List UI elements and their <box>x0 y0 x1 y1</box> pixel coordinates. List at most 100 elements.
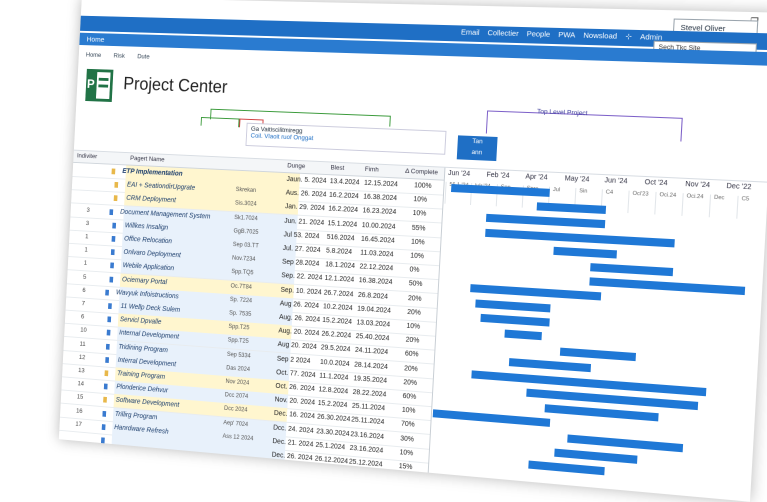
gantt-bar[interactable] <box>552 246 617 259</box>
row-number: 13 <box>78 367 85 375</box>
percent-complete: 10% <box>410 252 425 261</box>
finish-date: 23.16.2024 <box>349 444 384 455</box>
col-baseline[interactable]: Blest <box>330 164 344 172</box>
ribbon-tabs: Home Risk Dute <box>86 52 150 61</box>
baseline-date: 11.1.2024 <box>319 372 349 382</box>
nav-collectier[interactable]: Collectier <box>487 28 519 38</box>
percent-complete: 20% <box>407 308 422 317</box>
baseline-date: 25.1.2024 <box>315 441 346 452</box>
baseline-date: 26.30.2024 <box>316 413 351 424</box>
nav-nowsload[interactable]: Nowsload <box>583 31 617 41</box>
baseline-date: 26.12.2024 <box>314 455 349 466</box>
col-project-name[interactable]: Pagert Name <box>130 155 165 163</box>
row-number: 10 <box>80 327 87 335</box>
baseline-date: 5.8.2024 <box>325 247 353 256</box>
percent-complete: 50% <box>408 280 423 289</box>
finish-date: 28.14.2024 <box>354 361 388 371</box>
project-type-icon <box>113 195 118 202</box>
row-number: 3 <box>86 206 90 214</box>
baseline-date: 16.2.2024 <box>328 205 359 215</box>
gantt-bar[interactable] <box>470 284 602 301</box>
timescale-gridline <box>627 190 630 214</box>
nav-pwa[interactable]: PWA <box>558 30 576 40</box>
project-type-icon <box>110 249 115 256</box>
screenshot-stage: – ❐ ✕ Stevel Oliver Email Collectier Peo… <box>0 0 767 502</box>
finish-date: 25.11.2024 <box>350 416 385 427</box>
baseline-date: 12.1.2024 <box>324 275 355 285</box>
gantt-bar[interactable] <box>475 299 551 312</box>
percent-complete: 70% <box>400 420 415 430</box>
finish-date: 22.12.2024 <box>359 263 394 273</box>
timescale-gridline <box>654 191 657 215</box>
col-indicator[interactable]: Indiviter <box>77 153 97 161</box>
project-type-icon <box>100 437 105 444</box>
baseline-date: 10.2.2024 <box>322 303 353 312</box>
finish-date: 16.45.2024 <box>360 235 395 245</box>
finish-date: 25.12.2024 <box>348 458 383 469</box>
baseline-date: 15.2.2024 <box>322 316 353 326</box>
gantt-bar[interactable] <box>486 214 606 229</box>
timescale-subdivision: Jul <box>552 186 561 194</box>
percent-complete: 10% <box>412 210 427 219</box>
gantt-bar[interactable] <box>480 313 550 327</box>
nav-people[interactable]: People <box>526 29 550 39</box>
finish-date: 16.38.2024 <box>363 193 398 203</box>
start-date: Dec. 26. 2024 <box>271 451 313 463</box>
project-type-icon <box>103 397 107 404</box>
gantt-bar[interactable] <box>554 448 638 464</box>
timescale-gridline <box>681 193 684 216</box>
finish-date: 16.38.2024 <box>358 277 393 287</box>
row-number: 12 <box>78 353 86 361</box>
project-type-icon <box>101 423 106 430</box>
col-finish[interactable]: Fimh <box>365 166 379 174</box>
baseline-date: 23.30.2024 <box>316 427 350 438</box>
gantt-bar[interactable] <box>536 202 607 215</box>
timescale-subdivision: C4 <box>605 189 614 196</box>
project-type-icon <box>105 356 110 363</box>
timescale-month: Apr '24 <box>525 173 548 182</box>
gantt-bar[interactable] <box>485 228 676 248</box>
row-number: 3 <box>85 220 90 227</box>
gantt-bar[interactable] <box>432 409 551 428</box>
gantt-bar[interactable] <box>504 329 543 341</box>
timescale-month: Jun '24 <box>604 177 628 186</box>
gantt-bar[interactable] <box>544 404 659 422</box>
ribbon-tab-dute[interactable]: Dute <box>137 53 150 60</box>
gantt-bar[interactable] <box>528 460 605 476</box>
finish-date: 13.03.2024 <box>356 319 391 329</box>
percent-complete: 30% <box>400 435 415 444</box>
gantt-bar[interactable] <box>509 358 591 373</box>
ribbon-tab-risk[interactable]: Risk <box>113 53 125 60</box>
percent-complete: 10% <box>399 449 414 458</box>
gantt-bar[interactable] <box>471 369 706 396</box>
gantt-bar[interactable] <box>589 263 674 277</box>
project-grid: Indiviter Pagert Name Dunge Blest Fimh Δ… <box>58 149 767 502</box>
baseline-date: 516.2024 <box>326 233 355 243</box>
baseline-date: 12.8.2024 <box>318 386 349 396</box>
nav-email[interactable]: Email <box>461 27 480 36</box>
timescale-month: Nov '24 <box>685 180 711 190</box>
baseline-date: 15.1.2024 <box>327 219 358 229</box>
row-number: 16 <box>75 407 83 415</box>
timescale-month: Feb '24 <box>486 171 510 180</box>
timescale-subdivision: Dec <box>713 194 725 202</box>
row-number: 11 <box>79 340 86 348</box>
page-title: Project Center <box>122 73 228 97</box>
tooltip: Ga Vaitiscilitmiregg Coil. Vlaoit ruof O… <box>245 122 447 155</box>
gantt-bar[interactable] <box>559 347 637 362</box>
baseline-date: 13.4.2024 <box>329 178 360 187</box>
ribbon-tab-home[interactable]: Home <box>86 52 102 59</box>
baseline-date: 15.2.2024 <box>317 400 348 410</box>
percent-complete: 10% <box>406 322 421 331</box>
milestone-flag[interactable]: Tan ann Cuan <box>456 135 498 168</box>
row-number: 15 <box>76 393 84 402</box>
finish-date: 24.11.2024 <box>354 347 389 357</box>
app-launcher-icon[interactable]: ⊹ <box>625 32 632 41</box>
project-type-icon <box>112 222 117 229</box>
timescale-subdivision: Sin <box>579 188 588 195</box>
col-complete[interactable]: Δ Complete <box>405 168 438 176</box>
gantt-bar[interactable] <box>589 277 745 296</box>
col-start[interactable]: Dunge <box>287 162 305 170</box>
project-type-icon <box>107 316 112 323</box>
row-number: 5 <box>82 273 87 281</box>
